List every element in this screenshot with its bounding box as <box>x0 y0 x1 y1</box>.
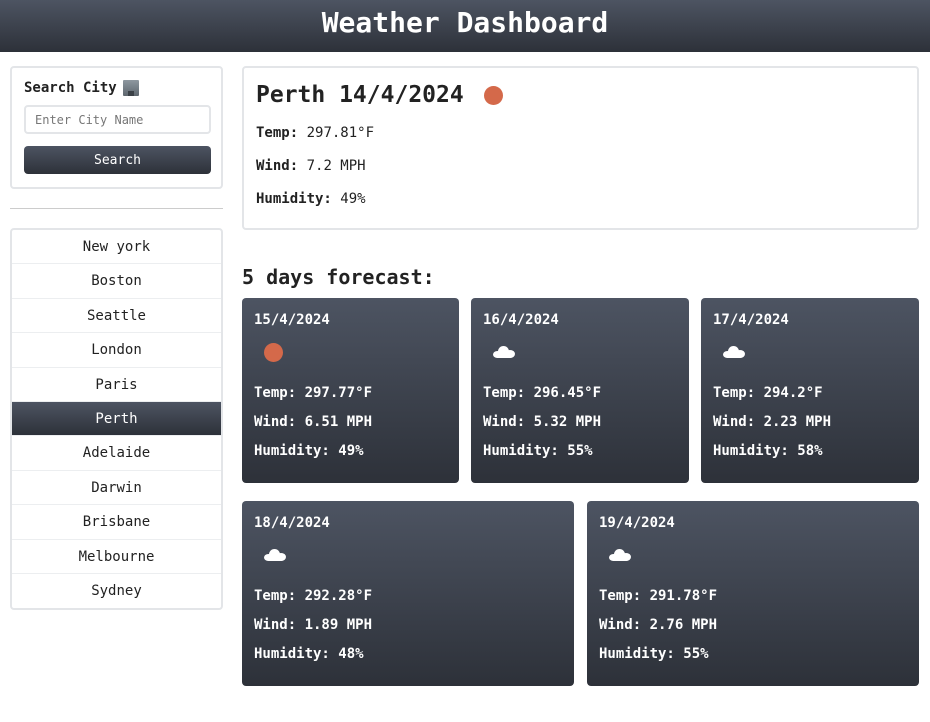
search-panel: Search City Search <box>10 66 223 189</box>
app-header: Weather Dashboard <box>0 0 930 52</box>
forecast-temp: Temp: 291.78°F <box>599 588 718 604</box>
sun-icon <box>483 85 503 105</box>
forecast-date: 16/4/2024 <box>483 312 559 328</box>
search-button[interactable]: Search <box>24 146 211 174</box>
divider <box>10 208 223 209</box>
forecast-temp: Temp: 294.2°F <box>713 385 823 401</box>
forecast-wind: Wind: 6.51 MPH <box>254 414 373 430</box>
forecast-humidity: Humidity: 58% <box>713 443 823 459</box>
forecast-date: 17/4/2024 <box>713 312 789 328</box>
city-item[interactable]: Sydney <box>12 574 221 608</box>
forecast-card: 15/4/2024 Temp: 297.77°F Wind: 6.51 MPH … <box>242 298 459 483</box>
forecast-humidity: Humidity: 48% <box>254 646 364 662</box>
forecast-temp: Temp: 296.45°F <box>483 385 602 401</box>
city-history-list: New york Boston Seattle London Paris Perth Ade… <box>10 228 223 611</box>
forecast-date: 18/4/2024 <box>254 515 330 531</box>
forecast-title: 5 days forecast: <box>242 265 435 289</box>
search-title: Search City <box>24 80 209 96</box>
forecast-date: 15/4/2024 <box>254 312 330 328</box>
city-item[interactable]: Boston <box>12 264 221 299</box>
forecast-card: 16/4/2024 Temp: 296.45°F Wind: 5.32 MPH … <box>471 298 689 483</box>
city-item[interactable]: Melbourne <box>12 540 221 574</box>
office-building-icon <box>122 80 139 96</box>
current-weather-card: Perth 14/4/2024 Temp: 297.81°F Wind: 7.2… <box>242 66 919 230</box>
city-item[interactable]: Seattle <box>12 299 221 334</box>
forecast-wind: Wind: 5.32 MPH <box>483 414 602 430</box>
forecast-card: 17/4/2024 Temp: 294.2°F Wind: 2.23 MPH H… <box>701 298 919 483</box>
city-search-input[interactable] <box>24 105 211 134</box>
city-item[interactable]: Darwin <box>12 471 221 506</box>
current-city-title: Perth 14/4/2024 <box>256 82 464 108</box>
city-item[interactable]: New york <box>12 230 221 265</box>
forecast-humidity: Humidity: 49% <box>254 443 364 459</box>
forecast-date: 19/4/2024 <box>599 515 675 531</box>
forecast-temp: Temp: 292.28°F <box>254 588 373 604</box>
forecast-wind: Wind: 2.76 MPH <box>599 617 718 633</box>
search-title-text: Search City <box>24 80 117 96</box>
forecast-card: 19/4/2024 Temp: 291.78°F Wind: 2.76 MPH … <box>587 501 919 686</box>
current-humidity: Humidity: 49% <box>256 191 366 207</box>
forecast-humidity: Humidity: 55% <box>599 646 709 662</box>
page-title: Weather Dashboard <box>321 6 609 39</box>
forecast-humidity: Humidity: 55% <box>483 443 593 459</box>
forecast-wind: Wind: 2.23 MPH <box>713 414 832 430</box>
cloud-icon <box>493 346 515 358</box>
cloud-icon <box>264 549 286 561</box>
city-item[interactable]: Paris <box>12 368 221 402</box>
cloud-icon <box>609 549 631 561</box>
current-temp: Temp: 297.81°F <box>256 125 375 141</box>
city-item[interactable]: Adelaide <box>12 436 221 471</box>
sun-icon <box>264 342 283 362</box>
city-item[interactable]: Perth <box>12 401 221 437</box>
current-wind: Wind: 7.2 MPH <box>256 158 366 174</box>
forecast-wind: Wind: 1.89 MPH <box>254 617 373 633</box>
city-item[interactable]: Brisbane <box>12 505 221 540</box>
forecast-temp: Temp: 297.77°F <box>254 385 373 401</box>
city-item[interactable]: London <box>12 333 221 368</box>
forecast-card: 18/4/2024 Temp: 292.28°F Wind: 1.89 MPH … <box>242 501 574 686</box>
cloud-icon <box>723 346 745 358</box>
